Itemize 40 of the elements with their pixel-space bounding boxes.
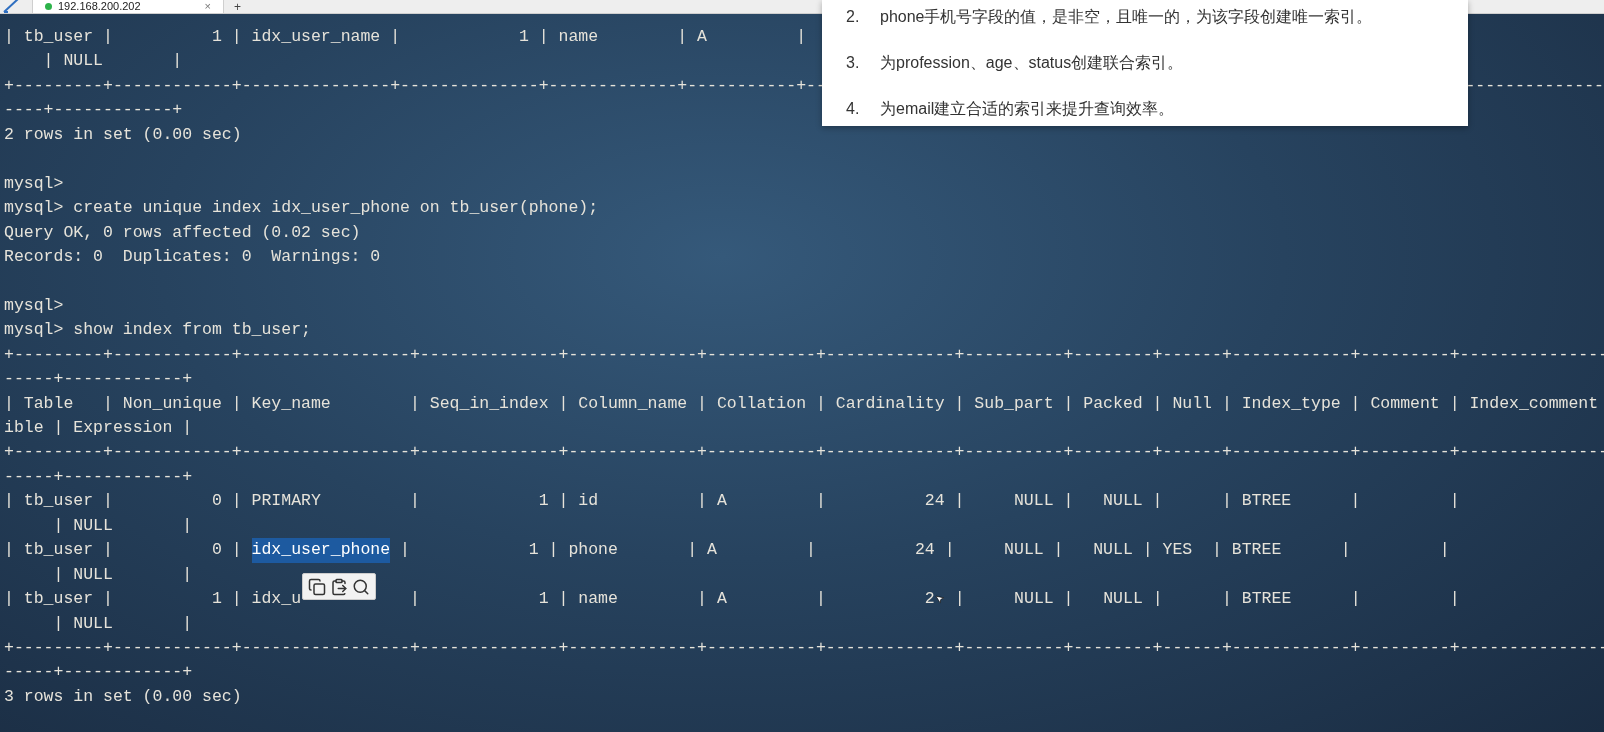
terminal-line: mysql> show index from tb_user; — [4, 320, 311, 340]
terminal-line: ----+------------+ — [4, 100, 183, 120]
terminal-line: | tb_user | 1 | idx_u | 1 | name | A | 2 — [4, 588, 935, 611]
terminal-line: -----+------------+ — [4, 466, 193, 486]
terminal-line: -------------- — [1465, 74, 1604, 97]
terminal-line: mysql> — [4, 295, 64, 315]
paste-icon[interactable] — [330, 577, 348, 596]
task-text: phone手机号字段的值，是非空，且唯一的，为该字段创建唯一索引。 — [880, 7, 1373, 28]
close-button[interactable]: × — [204, 0, 211, 12]
terminal-line: -----+------------+ — [4, 662, 193, 682]
terminal-line: +---------+------------+---------------+--------------+-------------+-----------+-- — [4, 74, 826, 97]
terminal-line: | tb_user | 1 | idx_user_name | 1 | name | A | — [4, 27, 807, 46]
terminal-line: Query OK, 0 rows affected (0.02 sec) — [4, 222, 361, 242]
terminal-line: ible | Expression | — [4, 418, 193, 437]
terminal-line: | NULL | — [52, 515, 193, 535]
item-number: 4. — [845, 98, 861, 119]
search-icon[interactable] — [352, 577, 370, 596]
tab-title: 192.168.200.202 — [58, 0, 142, 12]
new-tab-button[interactable]: + — [234, 1, 241, 13]
terminal-line: -----+------------+ — [4, 369, 193, 389]
terminal-line: | NULL | — [52, 613, 193, 633]
selected-text: idx_user_phone — [251, 538, 391, 563]
terminal-line: mysql> — [4, 173, 64, 193]
terminal-line: | tb_user | 0 | PRIMARY | 1 | id | A | 24 | NULL | NULL | | BTREE | | — [4, 491, 1460, 511]
terminal-tab[interactable]: 192.168.200.202 × — [32, 0, 224, 13]
terminal-line: 2 rows in set (0.00 sec) — [4, 124, 242, 144]
terminal-line: | Table | Non_unique | Key_name | Seq_in_index | Column_name | Collation | Cardinality | Sub_part | Packed | Null | Index_type | Comment | Index_comment — [4, 393, 1599, 413]
terminal-line: 3 rows in set (0.00 sec) — [4, 686, 242, 706]
terminal-text: | 1 | phone | A | 24 | NULL | NULL | YES | BTREE | | — [399, 539, 1450, 562]
terminal-line: mysql> create unique index idx_user_phone on tb_user(phone); — [4, 198, 599, 218]
item-number: 2. — [845, 7, 861, 28]
terminal-line: | NULL | NULL | | BTREE | | — [953, 588, 1460, 611]
terminal-text: | tb_user | 0 | — [4, 539, 243, 562]
terminal-line: Records: 0 Duplicates: 0 Warnings: 0 — [4, 246, 381, 266]
task-text: 为profession、age、status创建联合索引。 — [880, 53, 1184, 73]
copy-icon[interactable] — [308, 577, 326, 596]
item-number: 3. — [845, 53, 861, 73]
task-text: 为email建立合适的索引来提升查询效率。 — [880, 98, 1175, 119]
terminal-line: | NULL | — [42, 51, 183, 71]
terminal-line: | NULL | — [52, 564, 193, 584]
